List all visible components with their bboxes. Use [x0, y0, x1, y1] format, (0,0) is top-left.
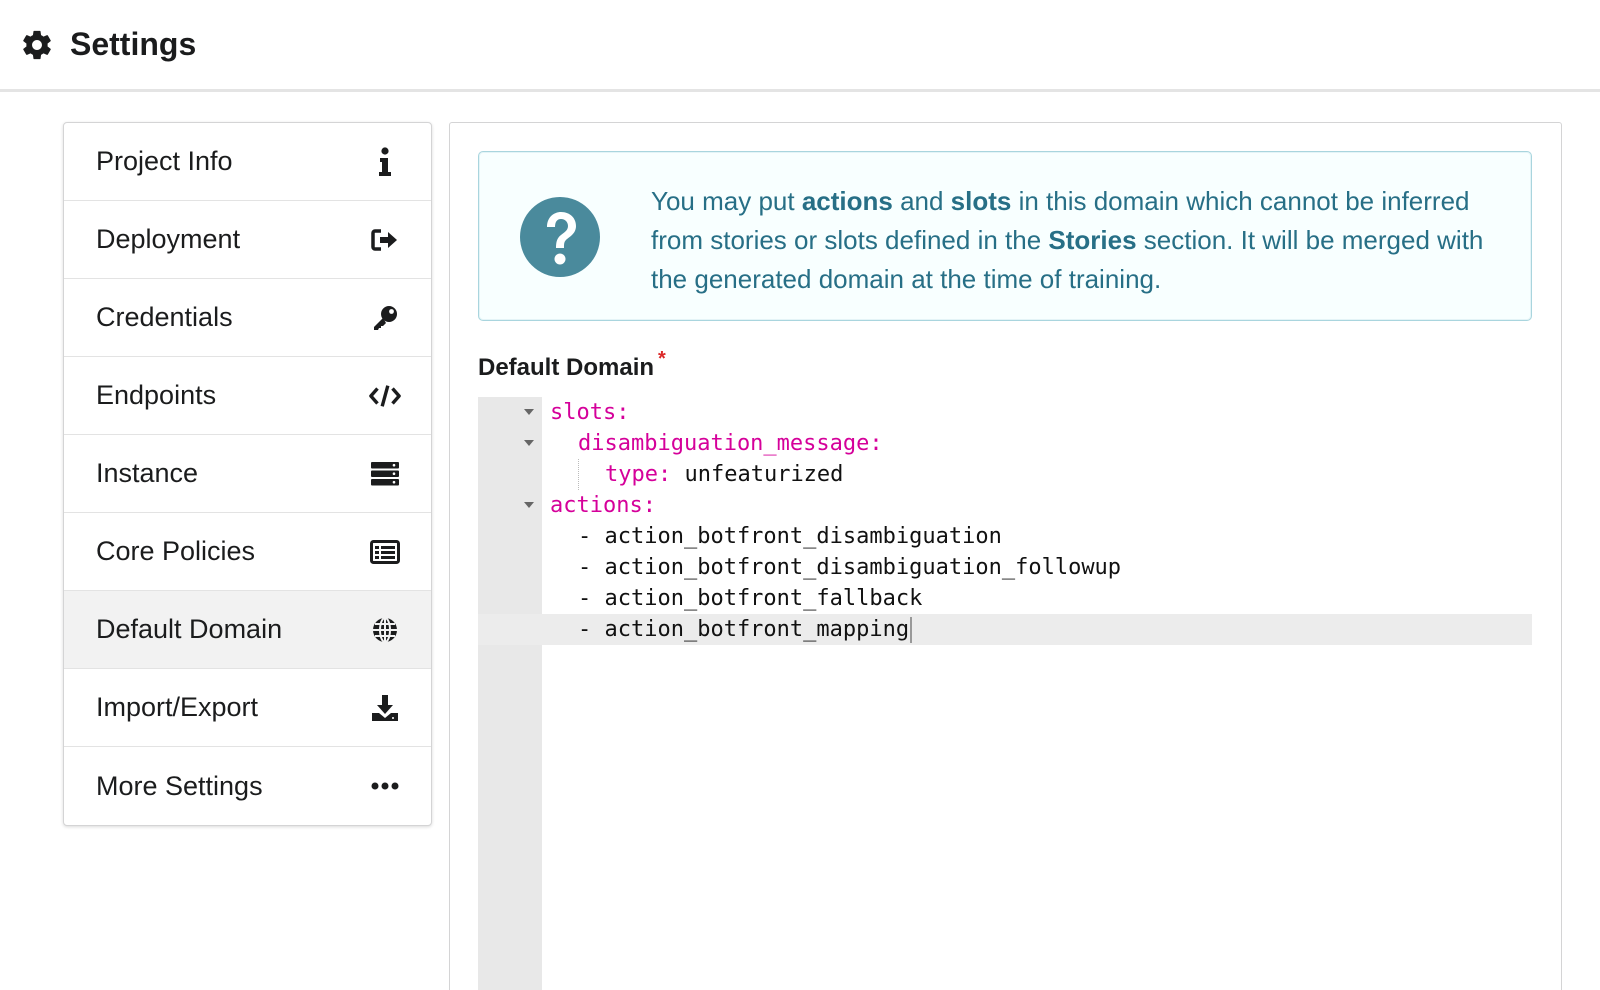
menu-item-endpoints[interactable]: Endpoints	[64, 357, 431, 435]
page-header: Settings	[0, 0, 1600, 92]
required-mark: *	[658, 348, 666, 370]
page-title: Settings	[70, 26, 197, 62]
field-label-text: Default Domain	[478, 354, 655, 381]
sign-out-icon	[369, 224, 401, 256]
info-bold-slots: slots	[950, 186, 1012, 216]
download-icon	[369, 692, 401, 724]
menu-item-label: Instance	[96, 458, 199, 488]
menu-item-label: Import/Export	[96, 692, 259, 722]
ellipsis-icon	[369, 770, 401, 802]
code-line: slots:	[478, 397, 1532, 428]
menu-item-core-policies[interactable]: Core Policies	[64, 513, 431, 591]
yaml-key: slots:	[550, 400, 630, 425]
yaml-value: - action_botfront_disambiguation_followu…	[578, 555, 1122, 580]
info-icon	[369, 146, 401, 178]
gear-icon	[23, 30, 51, 59]
menu-item-label: Default Domain	[96, 614, 283, 644]
menu-item-instance[interactable]: Instance	[64, 435, 431, 513]
yaml-value: unfeaturized	[671, 462, 844, 487]
code-line: - action_botfront_disambiguation	[478, 521, 1532, 552]
yaml-value: - action_botfront_disambiguation	[578, 524, 1002, 549]
yaml-key: disambiguation_message:	[578, 431, 883, 456]
yaml-code-editor[interactable]: slots: disambiguation_message: type: unf…	[478, 397, 1532, 990]
code-line: - action_botfront_fallback	[478, 583, 1532, 614]
info-text: You may put actions and slots in this do…	[651, 182, 1501, 299]
question-circle-icon	[520, 197, 600, 277]
menu-item-label: Project Info	[96, 146, 233, 176]
menu-item-label: More Settings	[96, 770, 263, 801]
info-bold-actions: actions	[801, 186, 893, 216]
code-icon	[369, 380, 401, 412]
server-icon	[369, 458, 401, 490]
settings-menu: Project Info Deployment Credentials Endp…	[63, 122, 432, 826]
menu-item-label: Core Policies	[96, 536, 256, 566]
text-cursor	[910, 617, 913, 643]
yaml-key: actions:	[550, 493, 656, 518]
menu-item-deployment[interactable]: Deployment	[64, 201, 431, 279]
menu-item-label: Deployment	[96, 224, 241, 254]
code-line: disambiguation_message:	[478, 428, 1532, 459]
menu-item-default-domain[interactable]: Default Domain	[64, 591, 431, 669]
list-alternate-icon	[369, 536, 401, 568]
fold-arrow-icon[interactable]	[524, 440, 534, 446]
menu-item-credentials[interactable]: Credentials	[64, 279, 431, 357]
info-text-part: and	[892, 186, 951, 216]
code-line-active: - action_botfront_mapping	[478, 614, 1532, 645]
globe-icon	[369, 614, 401, 646]
menu-item-label: Endpoints	[96, 380, 217, 410]
key-icon	[369, 302, 401, 334]
menu-item-import-export[interactable]: Import/Export	[64, 669, 431, 747]
code-line: actions:	[478, 490, 1532, 521]
code-line: type: unfeaturized	[478, 459, 1532, 490]
menu-item-project-info[interactable]: Project Info	[64, 123, 431, 201]
yaml-value: - action_botfront_mapping	[578, 617, 910, 642]
yaml-key: type:	[605, 462, 672, 487]
fold-arrow-icon[interactable]	[524, 409, 534, 415]
indent-guide	[578, 459, 579, 490]
yaml-value: - action_botfront_fallback	[578, 586, 923, 611]
fold-arrow-icon[interactable]	[524, 502, 534, 508]
code-line: - action_botfront_disambiguation_followu…	[478, 552, 1532, 583]
info-bold-stories: Stories	[1048, 225, 1137, 255]
info-text-part: You may put	[651, 186, 802, 216]
menu-item-label: Credentials	[96, 302, 233, 332]
menu-item-more-settings[interactable]: More Settings	[64, 747, 431, 825]
field-label-default-domain: Default Domain *	[478, 348, 666, 382]
info-message: You may put actions and slots in this do…	[478, 151, 1532, 321]
